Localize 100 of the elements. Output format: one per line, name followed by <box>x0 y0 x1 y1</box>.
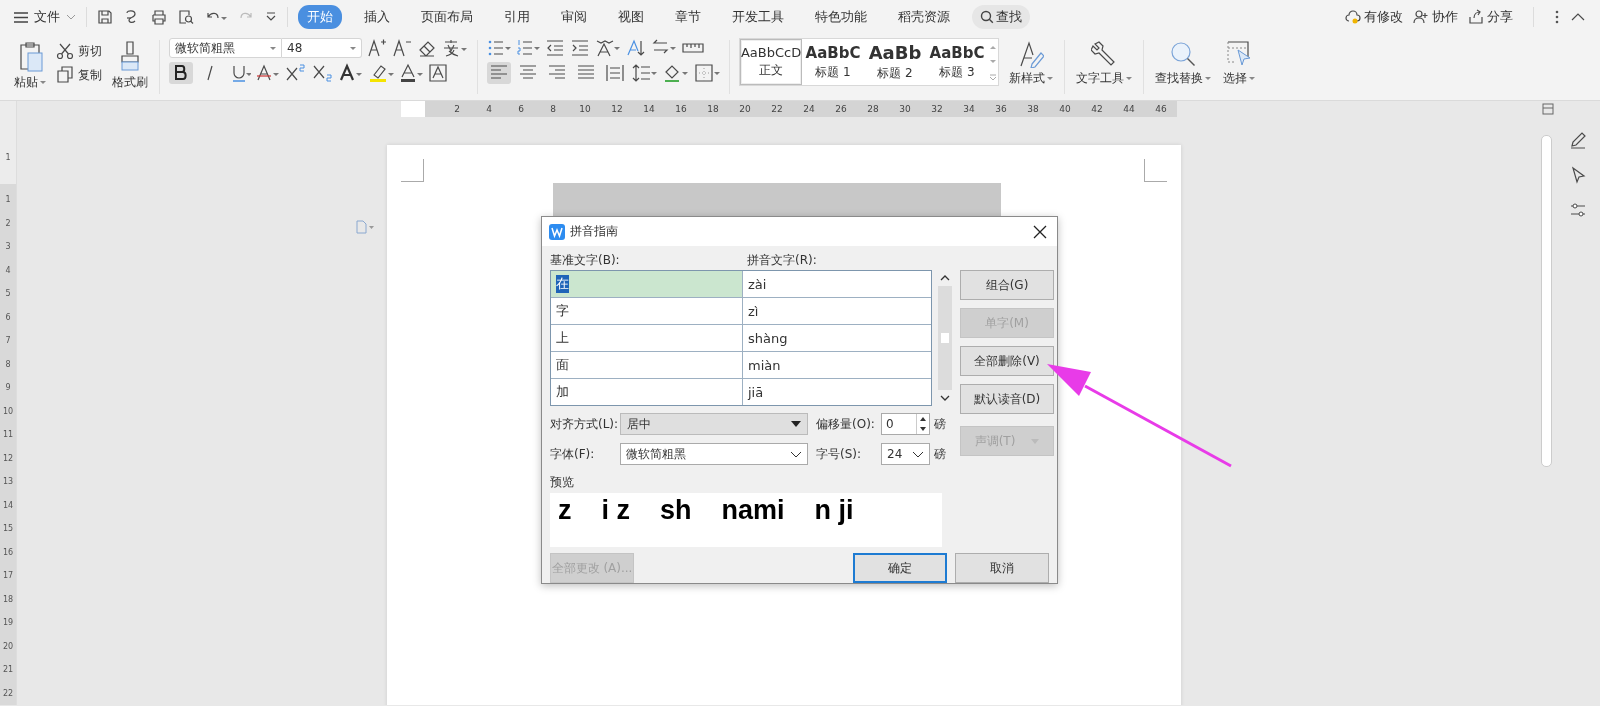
pinyin-cell[interactable]: miàn <box>743 352 931 378</box>
borders-icon[interactable] <box>694 63 720 83</box>
alignment-dropdown[interactable]: 居中 <box>620 413 808 435</box>
paintbrush-icon <box>118 40 142 72</box>
pinyin-cell[interactable]: shàng <box>743 325 931 351</box>
close-icon[interactable] <box>1033 224 1047 239</box>
scrollbar-thumb[interactable] <box>938 286 952 390</box>
text-effect-icon[interactable] <box>339 63 363 83</box>
more-icon[interactable] <box>1554 9 1560 25</box>
dialog-button[interactable]: 默认读音(D) <box>960 384 1054 414</box>
base-text-cell[interactable]: 字 <box>551 298 743 324</box>
wrench-icon <box>1091 40 1117 68</box>
ruler-number: 24 <box>802 103 816 116</box>
menu-tab[interactable]: 稻壳资源 <box>889 5 959 29</box>
document-magnifier-icon[interactable] <box>178 9 194 25</box>
character-border-icon[interactable] <box>428 63 448 83</box>
copy-button[interactable]: 复制 <box>56 66 102 84</box>
base-text-cell[interactable]: 在 <box>551 271 743 297</box>
column-label: 拼音文字(R): <box>747 251 817 269</box>
text-tools-button[interactable]: 文字工具 <box>1074 38 1134 89</box>
menu-tab[interactable]: 视图 <box>609 5 653 29</box>
new-style-button[interactable]: 新样式 <box>1007 38 1055 89</box>
search-icon <box>1169 40 1197 68</box>
toolbar-action[interactable]: 协作 <box>1413 8 1458 26</box>
paint-bucket-icon[interactable] <box>663 63 689 83</box>
ruler-number: 16 <box>674 103 688 116</box>
font-name-field[interactable]: 微软简粗黑 <box>169 38 282 58</box>
distributed-icon[interactable] <box>603 62 627 84</box>
superscript-icon[interactable] <box>285 63 307 83</box>
toolbar-action[interactable]: 有修改 <box>1345 8 1403 26</box>
highlighter-icon[interactable] <box>368 63 394 83</box>
paste-button[interactable]: 粘贴 <box>12 38 48 93</box>
scrollbar-thumb[interactable] <box>1541 135 1552 467</box>
caret-icon <box>1205 77 1211 80</box>
cursor-icon[interactable] <box>1569 166 1587 184</box>
caret-icon <box>1249 77 1255 80</box>
ruler-number: 5 <box>5 288 11 300</box>
pinyin-cell[interactable]: zài <box>743 271 931 297</box>
ruler-number: 10 <box>2 405 14 418</box>
cancel-button[interactable]: 取消 <box>955 553 1049 583</box>
square-icon[interactable] <box>1542 103 1554 115</box>
ruler-number: 8 <box>5 358 11 371</box>
menu-tab[interactable]: 引用 <box>495 5 539 29</box>
vertical-text-icon[interactable] <box>626 38 646 58</box>
subscript-icon[interactable] <box>312 63 334 83</box>
ruler-number: 4 <box>5 264 11 277</box>
style-option[interactable]: AaBbC 标题 3 <box>926 39 988 85</box>
menu-tab[interactable]: 审阅 <box>552 5 596 29</box>
collapse-icon[interactable] <box>1570 12 1586 22</box>
base-text-cell[interactable]: 加 <box>551 379 743 405</box>
text-direction-icon[interactable] <box>595 38 621 58</box>
phonetic-guide-icon[interactable] <box>442 38 468 58</box>
pen-icon[interactable] <box>1569 131 1587 149</box>
bullet-list-icon[interactable] <box>487 38 511 58</box>
save-icon[interactable] <box>97 9 113 25</box>
ok-button[interactable]: 确定 <box>853 553 947 583</box>
menu-tab[interactable]: 插入 <box>355 5 399 29</box>
scroll-down-icon[interactable] <box>940 394 950 402</box>
strikethrough-icon[interactable] <box>256 63 280 83</box>
style-option[interactable]: AaBbC 标题 1 <box>802 39 864 85</box>
style-option[interactable]: AaBbCcD 正文 <box>740 39 802 85</box>
bold-icon[interactable] <box>169 62 193 84</box>
pinyin-cell[interactable]: jiā <box>743 379 931 405</box>
ruler-number: 10 <box>578 103 592 116</box>
base-text-cell[interactable]: 面 <box>551 352 743 378</box>
ruler-number: 32 <box>930 103 944 116</box>
style-option[interactable]: AaBb 标题 2 <box>864 39 926 85</box>
select-button[interactable]: 选择 <box>1221 38 1257 89</box>
find-replace-button[interactable]: 查找替换 <box>1153 38 1213 89</box>
font-shrink-icon[interactable] <box>392 38 412 58</box>
menu-tab[interactable]: 章节 <box>666 5 710 29</box>
ruler-number: 1 <box>5 194 11 206</box>
ruler-number: 2 <box>453 103 461 116</box>
font-size-field[interactable]: 48 <box>282 38 362 58</box>
toolbar-action[interactable]: 分享 <box>1468 8 1513 26</box>
ruler-number: 28 <box>866 103 880 116</box>
font-color-icon[interactable] <box>399 63 423 83</box>
menu-tab[interactable]: 页面布局 <box>412 5 482 29</box>
base-text-cell[interactable]: 上 <box>551 325 743 351</box>
font-grow-icon[interactable] <box>367 38 387 58</box>
offset-spinner[interactable]: 0 <box>881 413 930 435</box>
ruler-number: 19 <box>2 617 14 629</box>
search-button[interactable]: 查找 <box>972 5 1030 29</box>
person-plus-icon <box>1413 9 1429 25</box>
line-spacing-icon[interactable] <box>632 63 658 83</box>
sliders-icon[interactable] <box>1569 201 1587 219</box>
printer-icon[interactable] <box>151 9 167 25</box>
format-painter-button[interactable]: 格式刷 <box>110 38 150 93</box>
selection-cursor-icon <box>1226 40 1252 68</box>
dialog-button[interactable]: 全部删除(V) <box>960 346 1054 376</box>
dialog-button[interactable]: 组合(G) <box>960 270 1054 300</box>
font-dropdown[interactable]: 微软简粗黑 <box>620 443 808 465</box>
ruler-number: 4 <box>485 103 493 116</box>
scroll-up-icon[interactable] <box>940 274 950 282</box>
pinyin-cell[interactable]: zì <box>743 298 931 324</box>
menu-tab[interactable]: 开发工具 <box>723 5 793 29</box>
menu-tab[interactable]: 特色功能 <box>806 5 876 29</box>
file-menu[interactable]: 文件 <box>14 8 76 26</box>
cut-button[interactable]: 剪切 <box>56 42 102 60</box>
size-dropdown[interactable]: 24 <box>881 443 930 465</box>
